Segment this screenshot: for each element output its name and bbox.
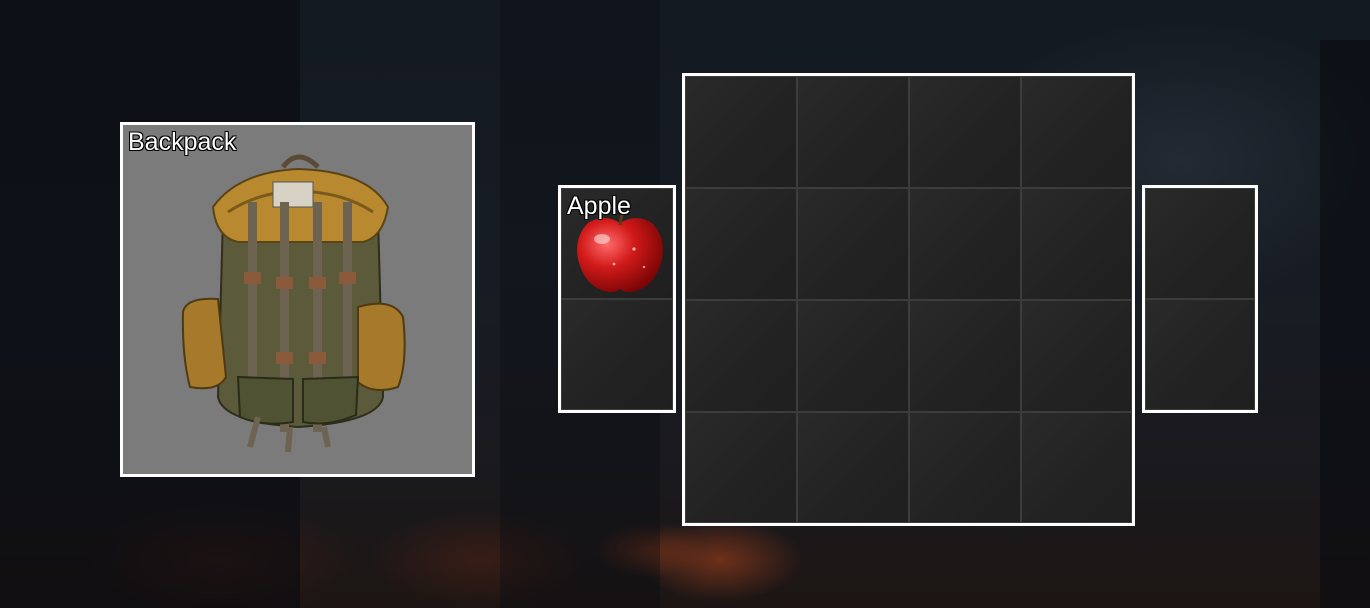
grid-cell[interactable] [909, 76, 1021, 188]
grid-cell[interactable] [797, 188, 909, 300]
grid-cell[interactable] [1021, 300, 1132, 412]
side-slot-1[interactable] [1145, 188, 1255, 299]
pocket-slots: Apple [558, 185, 676, 413]
grid-cell[interactable] [909, 188, 1021, 300]
grid-cell[interactable] [685, 76, 797, 188]
grid-cell[interactable] [797, 76, 909, 188]
pocket-slot-2[interactable] [561, 299, 673, 410]
backpack-icon[interactable] [178, 147, 418, 457]
grid-cell[interactable] [1021, 76, 1132, 188]
grid-cell[interactable] [909, 412, 1021, 523]
grid-cell[interactable] [909, 300, 1021, 412]
pocket-slot-1-label: Apple [567, 192, 631, 220]
side-storage-slots [1142, 185, 1258, 413]
backpack-slot-label: Backpack [128, 128, 237, 156]
grid-cell[interactable] [685, 188, 797, 300]
side-slot-2[interactable] [1145, 299, 1255, 410]
backpack-equipment-slot[interactable]: Backpack [120, 122, 475, 477]
apple-icon[interactable] [574, 209, 666, 295]
grid-cell[interactable] [685, 412, 797, 523]
backpack-storage-grid [682, 73, 1135, 526]
pocket-slot-1[interactable]: Apple [561, 188, 673, 299]
grid-cell[interactable] [685, 300, 797, 412]
background-building-right [1320, 40, 1370, 608]
grid-cell[interactable] [1021, 412, 1132, 523]
grid-cell[interactable] [1021, 188, 1132, 300]
grid-cell[interactable] [797, 412, 909, 523]
grid-cell[interactable] [797, 300, 909, 412]
